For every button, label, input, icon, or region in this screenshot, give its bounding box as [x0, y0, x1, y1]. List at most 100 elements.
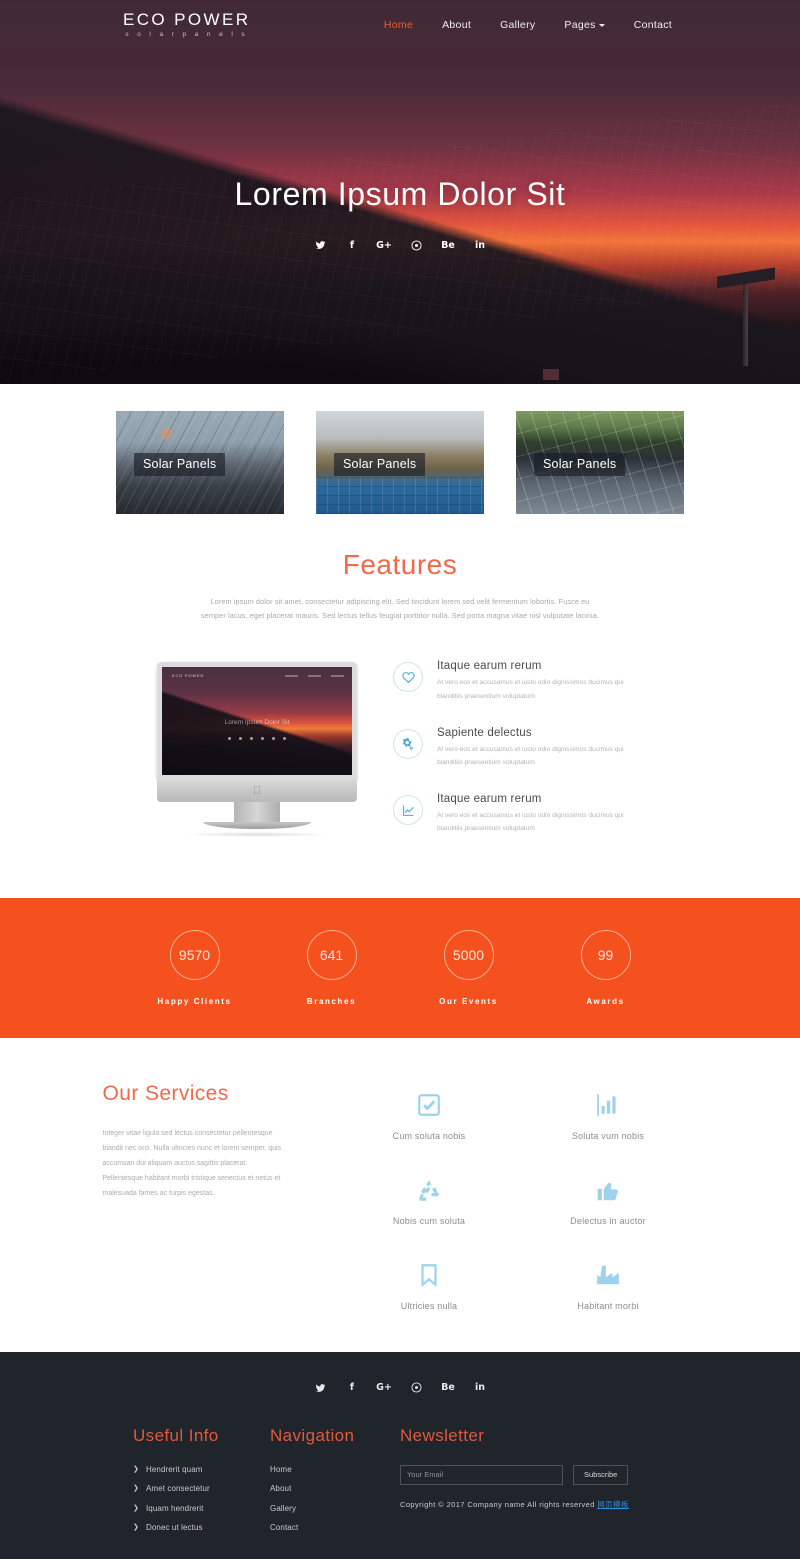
footer-nav-contact[interactable]: Contact [270, 1523, 400, 1532]
service-name: Habitant morbi [577, 1300, 639, 1311]
google-plus-icon[interactable]: G+ [376, 1380, 392, 1396]
footer-nav-gallery[interactable]: Gallery [270, 1504, 400, 1513]
newsletter-email-input[interactable] [400, 1464, 563, 1485]
service-item[interactable]: Cum soluta nobis [340, 1088, 519, 1141]
recycle-icon [340, 1173, 519, 1207]
stat-our-events: 5000 Our Events [400, 929, 537, 1006]
stat-value: 5000 [443, 929, 494, 980]
footer-navigation: Navigation Home About Gallery Contact [270, 1426, 400, 1543]
copyright-text: Copyright © 2017 Company name All rights… [400, 1499, 670, 1510]
footer-useful-info: Useful Info ❯ Hendrerit quam ❯ Amet consec… [133, 1426, 270, 1543]
mockup-social-dots [162, 737, 352, 741]
features-section: Features Lorem ipsum dolor sit amet, con… [0, 514, 800, 860]
pinterest-icon[interactable] [408, 237, 424, 253]
facebook-icon[interactable]: f [344, 1380, 360, 1396]
facebook-icon[interactable]: f [344, 237, 360, 253]
service-item[interactable]: Delectus in auctor [519, 1173, 698, 1226]
stat-label: Branches [306, 996, 357, 1006]
features-list: Itaque earum rerum At vero eos et accusa… [393, 656, 643, 859]
services-text: Integer vitae ligula sed lectus consecte… [102, 1129, 282, 1197]
thumbs-up-icon [519, 1173, 698, 1207]
copyright-label: Copyright © 2017 Company name All rights… [400, 1499, 595, 1509]
mockup-nav: ECO POWER [172, 673, 344, 678]
footer-useful-link[interactable]: ❯ Amet consectetur [133, 1484, 270, 1493]
pinterest-icon[interactable] [408, 1380, 424, 1396]
twitter-icon[interactable] [312, 237, 328, 253]
brand-name: ECO POWER [123, 10, 251, 30]
solar-panel-card[interactable]: Solar Panels [116, 411, 284, 514]
solar-panel-card[interactable]: Solar Panels [316, 411, 484, 514]
hero-panel-support-pole [743, 282, 748, 366]
features-body: ECO POWER Lorem Ipsum Dolor Sit  [0, 656, 800, 859]
hero-section: ECO POWER s o l a r p a n e l s Home Abo… [0, 0, 800, 384]
stat-label: Happy Clients [157, 996, 232, 1006]
footer-useful-link[interactable]: ❯ Hendrerit quam [133, 1465, 270, 1474]
footer-column-title: Newsletter [400, 1425, 485, 1445]
top-navigation-bar: ECO POWER s o l a r p a n e l s Home Abo… [0, 0, 800, 50]
service-name: Ultricies nulla [400, 1300, 458, 1311]
stat-value: 9570 [169, 929, 220, 980]
hero-photo-artifact [543, 369, 559, 380]
services-section: Our Services Integer vitae ligula sed le… [0, 1038, 800, 1311]
footer-nav-home[interactable]: Home [270, 1465, 400, 1474]
behance-icon[interactable]: Be [440, 1380, 456, 1396]
feature-item: Sapiente delectus At vero eos et accusam… [393, 727, 643, 769]
industry-icon [519, 1258, 698, 1292]
features-subtitle: Lorem ipsum dolor sit amet, consectetur … [200, 597, 600, 621]
google-plus-icon[interactable]: G+ [376, 237, 392, 253]
service-item[interactable]: Ultricies nulla [340, 1258, 519, 1311]
service-name: Soluta vum nobis [571, 1130, 645, 1141]
behance-icon[interactable]: Be [440, 237, 456, 253]
footer-link-label: Hendrerit quam [145, 1464, 203, 1474]
footer-newsletter: Newsletter Subscribe Copyright © 2017 Co… [400, 1426, 670, 1543]
footer-link-label: Donec ut lectus [145, 1523, 203, 1533]
mockup-logo: ECO POWER [172, 673, 205, 679]
solar-panel-card[interactable]: Solar Panels [516, 411, 684, 514]
feature-cards-row: Solar Panels Solar Panels Solar Panels [0, 384, 800, 514]
chevron-right-icon: ❯ [133, 1465, 139, 1473]
footer-useful-link[interactable]: ❯ Iquam hendrerit [133, 1504, 270, 1513]
nav-item-home[interactable]: Home [384, 19, 413, 31]
footer-column-title: Useful Info [133, 1425, 219, 1445]
stat-value: 99 [580, 929, 631, 980]
service-name: Cum soluta nobis [392, 1130, 466, 1141]
service-item[interactable]: Nobis cum soluta [340, 1173, 519, 1226]
bookmark-icon [340, 1258, 519, 1292]
chevron-right-icon: ❯ [133, 1485, 139, 1493]
footer-useful-link[interactable]: ❯ Donec ut lectus [133, 1523, 270, 1532]
service-name: Delectus in auctor [570, 1215, 646, 1226]
cogs-icon [393, 728, 423, 759]
service-item[interactable]: Soluta vum nobis [519, 1088, 698, 1141]
site-footer: f G+ Be in Useful Info ❯ Hendrerit quam ❯… [0, 1351, 800, 1559]
service-name: Nobis cum soluta [392, 1215, 466, 1226]
brand-logo[interactable]: ECO POWER s o l a r p a n e l s [123, 11, 250, 39]
stat-branches: 641 Branches [263, 929, 400, 1006]
footer-social-links: f G+ Be in [0, 1380, 800, 1396]
bar-chart-icon [519, 1088, 698, 1122]
apple-logo-icon:  [253, 785, 261, 797]
nav-item-pages[interactable]: Pages [564, 19, 605, 31]
copyright-link[interactable]: 网页模板 [597, 1500, 629, 1509]
nav-item-gallery[interactable]: Gallery [500, 19, 535, 31]
service-item[interactable]: Habitant morbi [519, 1258, 698, 1311]
nav-item-pages-label: Pages [564, 19, 596, 31]
subscribe-button[interactable]: Subscribe [573, 1464, 629, 1485]
chevron-right-icon: ❯ [133, 1504, 139, 1512]
footer-nav-about[interactable]: About [270, 1484, 400, 1493]
linkedin-icon[interactable]: in [472, 237, 488, 253]
linkedin-icon[interactable]: in [472, 1380, 488, 1396]
footer-columns: Useful Info ❯ Hendrerit quam ❯ Amet consec… [0, 1426, 800, 1543]
feature-item: Itaque earum rerum At vero eos et accusa… [393, 660, 643, 702]
twitter-icon[interactable] [312, 1380, 328, 1396]
feature-title: Sapiente delectus [437, 726, 532, 739]
newsletter-form: Subscribe [400, 1464, 670, 1485]
feature-text: At vero eos et accusamus et iusto odio d… [437, 812, 624, 833]
mockup-nav-links [285, 674, 344, 677]
check-square-icon [340, 1088, 519, 1122]
stat-awards: 99 Awards [537, 929, 674, 1006]
imac-chin:  [157, 780, 357, 803]
nav-item-about[interactable]: About [442, 19, 471, 31]
heart-icon [393, 662, 423, 693]
nav-item-contact[interactable]: Contact [634, 19, 672, 31]
card-label: Solar Panels [534, 453, 626, 476]
